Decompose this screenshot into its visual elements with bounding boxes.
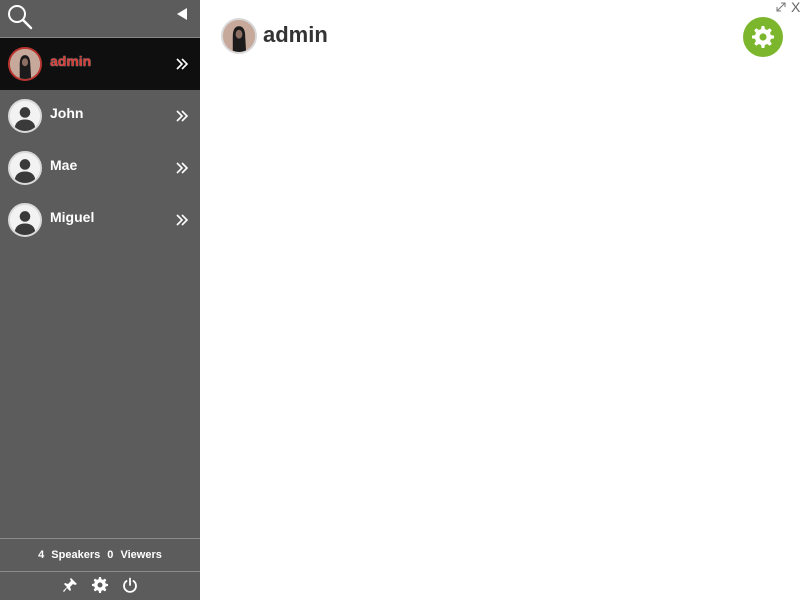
collapse-arrow-icon[interactable] (174, 6, 190, 22)
user-name: John (50, 105, 84, 121)
viewers-count: 0 (107, 549, 114, 561)
sidebar: admin John Mae Miguel 4 Speakers 0 Viewe… (0, 0, 200, 600)
avatar (8, 203, 42, 237)
participant-counts: 4 Speakers 0 Viewers (0, 538, 200, 572)
search-icon[interactable] (6, 3, 34, 31)
user-row-miguel[interactable]: Miguel (0, 194, 200, 246)
gear-icon[interactable] (92, 576, 108, 593)
expand-icon[interactable] (775, 0, 787, 12)
speakers-count: 4 (38, 549, 45, 561)
user-row-john[interactable]: John (0, 90, 200, 142)
gear-icon (752, 26, 774, 48)
viewers-label: Viewers (120, 549, 162, 561)
main-panel: admin X (200, 0, 800, 600)
app-window: admin John Mae Miguel 4 Speakers 0 Viewe… (0, 0, 800, 600)
user-row-mae[interactable]: Mae (0, 142, 200, 194)
user-row-admin[interactable]: admin (0, 38, 200, 90)
footer-toolbar (0, 576, 200, 598)
user-name: Miguel (50, 209, 95, 225)
avatar (221, 18, 257, 54)
pin-icon[interactable] (62, 577, 78, 593)
settings-button[interactable] (743, 17, 783, 57)
sidebar-header (0, 0, 200, 38)
power-icon[interactable] (122, 577, 138, 593)
double-chevron-right-icon[interactable] (174, 57, 190, 71)
avatar (8, 99, 42, 133)
double-chevron-right-icon[interactable] (174, 213, 190, 227)
avatar (8, 47, 42, 81)
close-button[interactable]: X (791, 0, 800, 14)
avatar (8, 151, 42, 185)
double-chevron-right-icon[interactable] (174, 161, 190, 175)
user-name: admin (50, 53, 92, 69)
user-list: admin John Mae Miguel (0, 38, 200, 246)
speakers-label: Speakers (51, 549, 101, 561)
page-title: admin (263, 22, 328, 47)
user-name: Mae (50, 157, 78, 173)
sidebar-footer: 4 Speakers 0 Viewers (0, 538, 200, 600)
double-chevron-right-icon[interactable] (174, 109, 190, 123)
